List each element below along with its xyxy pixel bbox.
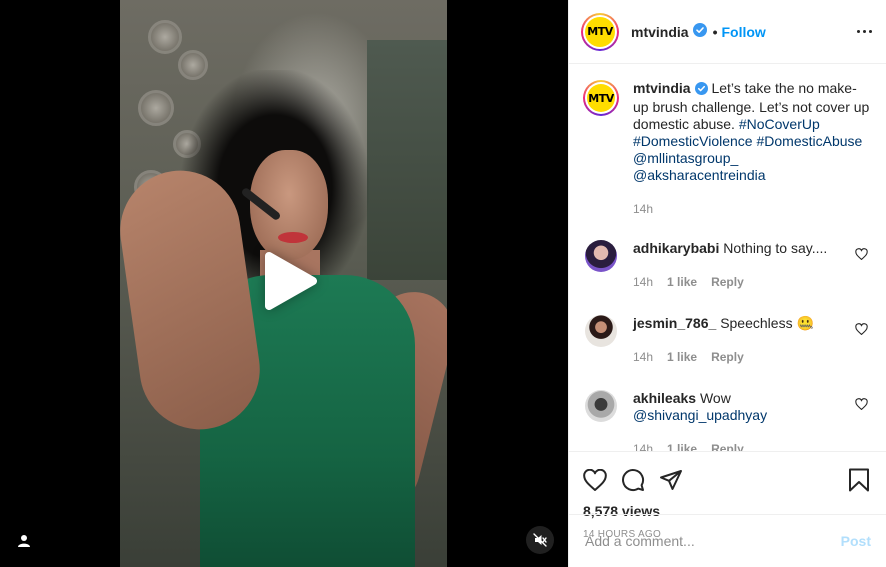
- comment-username[interactable]: jesmin_786_: [633, 315, 716, 331]
- avatar[interactable]: [585, 390, 617, 422]
- comment-text: Wow: [699, 390, 731, 406]
- comment-time: 14h: [633, 442, 654, 451]
- share-paper-plane-icon[interactable]: [659, 468, 683, 492]
- like-comment-heart-icon[interactable]: [855, 397, 868, 413]
- more-options-icon[interactable]: [857, 30, 872, 33]
- comments-list: MTV mtvindia Let’s take the no make-up b…: [569, 64, 886, 451]
- hashtag-link[interactable]: #DomesticAbuse: [756, 133, 862, 149]
- verified-badge-icon: [692, 23, 707, 40]
- mtv-logo-text: MTV: [587, 25, 613, 38]
- follow-button[interactable]: Follow: [721, 24, 765, 40]
- mention-link[interactable]: @mllintasgroup_: [633, 150, 738, 166]
- caption-body: mtvindia Let’s take the no make-up brush…: [633, 80, 870, 218]
- media-pane: [0, 0, 568, 567]
- avatar[interactable]: MTV: [583, 80, 619, 116]
- comment-item: jesmin_786_ Speechless 🤐 14h 1 like Repl…: [583, 315, 870, 366]
- person-lips: [278, 232, 308, 243]
- mtv-logo-icon: MTV: [587, 84, 615, 112]
- like-comment-heart-icon[interactable]: [855, 322, 868, 338]
- comment-likes[interactable]: 1 like: [667, 349, 697, 366]
- comment-body: adhikarybabi Nothing to say.... 14h 1 li…: [633, 240, 853, 291]
- comment-likes[interactable]: 1 like: [667, 274, 697, 291]
- caption-username[interactable]: mtvindia: [633, 80, 691, 96]
- mention-link[interactable]: @shivangi_upadhyay: [633, 407, 767, 423]
- comment-text: Speechless 🤐: [720, 315, 814, 331]
- reply-button[interactable]: Reply: [711, 274, 744, 291]
- comment-meta: 14h 1 like Reply: [633, 349, 853, 366]
- mention-link[interactable]: @aksharacentreindia: [633, 167, 766, 183]
- post-viewer: MTV mtvindia • Follow MTV mtvindia Let’s…: [0, 0, 886, 567]
- avatar[interactable]: [585, 240, 617, 272]
- avatar[interactable]: MTV: [581, 12, 619, 51]
- hashtag-link[interactable]: #NoCoverUp: [739, 116, 820, 132]
- post-header: MTV mtvindia • Follow: [569, 0, 886, 64]
- avatar-inner: MTV: [583, 14, 617, 49]
- caption-time: 14h: [633, 202, 654, 216]
- wall-plate: [148, 20, 182, 54]
- header-username[interactable]: mtvindia: [631, 24, 689, 40]
- verified-badge-icon: [694, 82, 708, 99]
- comment-username[interactable]: adhikarybabi: [633, 240, 719, 256]
- mtv-logo-text: MTV: [588, 91, 614, 105]
- reply-button[interactable]: Reply: [711, 349, 744, 366]
- comment-body: jesmin_786_ Speechless 🤐 14h 1 like Repl…: [633, 315, 853, 366]
- comment-thread: adhikarybabi Nothing to say.... 14h 1 li…: [583, 240, 870, 451]
- mute-icon[interactable]: [526, 526, 554, 554]
- comment-item: adhikarybabi Nothing to say.... 14h 1 li…: [583, 240, 870, 291]
- reply-button[interactable]: Reply: [711, 441, 744, 451]
- bookmark-icon[interactable]: [848, 468, 870, 492]
- hashtag-link[interactable]: #DomesticViolence: [633, 133, 753, 149]
- like-comment-heart-icon[interactable]: [855, 247, 868, 263]
- separator-dot: •: [712, 23, 718, 40]
- mtv-logo-icon: MTV: [585, 16, 615, 47]
- post-comment-button[interactable]: Post: [841, 533, 871, 549]
- background-door: [367, 40, 447, 280]
- comment-username[interactable]: akhileaks: [633, 390, 696, 406]
- avatar-inner: MTV: [585, 82, 617, 114]
- comment-item: akhileaks Wow @shivangi_upadhyay 14h 1 l…: [583, 390, 870, 451]
- avatar[interactable]: [585, 315, 617, 347]
- play-icon[interactable]: [257, 250, 319, 312]
- caption: MTV mtvindia Let’s take the no make-up b…: [583, 80, 870, 218]
- tagged-user-icon[interactable]: [10, 527, 38, 555]
- comment-body: akhileaks Wow @shivangi_upadhyay 14h 1 l…: [633, 390, 853, 451]
- comment-time: 14h: [633, 275, 654, 289]
- comment-bubble-icon[interactable]: [621, 468, 645, 492]
- post-sidebar: MTV mtvindia • Follow MTV mtvindia Let’s…: [568, 0, 886, 567]
- action-bar: [583, 460, 870, 500]
- comment-meta: 14h 1 like Reply: [633, 274, 853, 291]
- comment-time: 14h: [633, 350, 654, 364]
- comment-input[interactable]: [585, 533, 841, 549]
- like-heart-icon[interactable]: [583, 469, 607, 491]
- comment-text: Nothing to say....: [723, 240, 828, 256]
- caption-meta: 14h: [633, 201, 870, 218]
- comment-likes[interactable]: 1 like: [667, 441, 697, 451]
- wall-plate: [138, 90, 174, 126]
- add-comment-bar: Post: [569, 514, 886, 567]
- comment-meta: 14h 1 like Reply: [633, 441, 853, 451]
